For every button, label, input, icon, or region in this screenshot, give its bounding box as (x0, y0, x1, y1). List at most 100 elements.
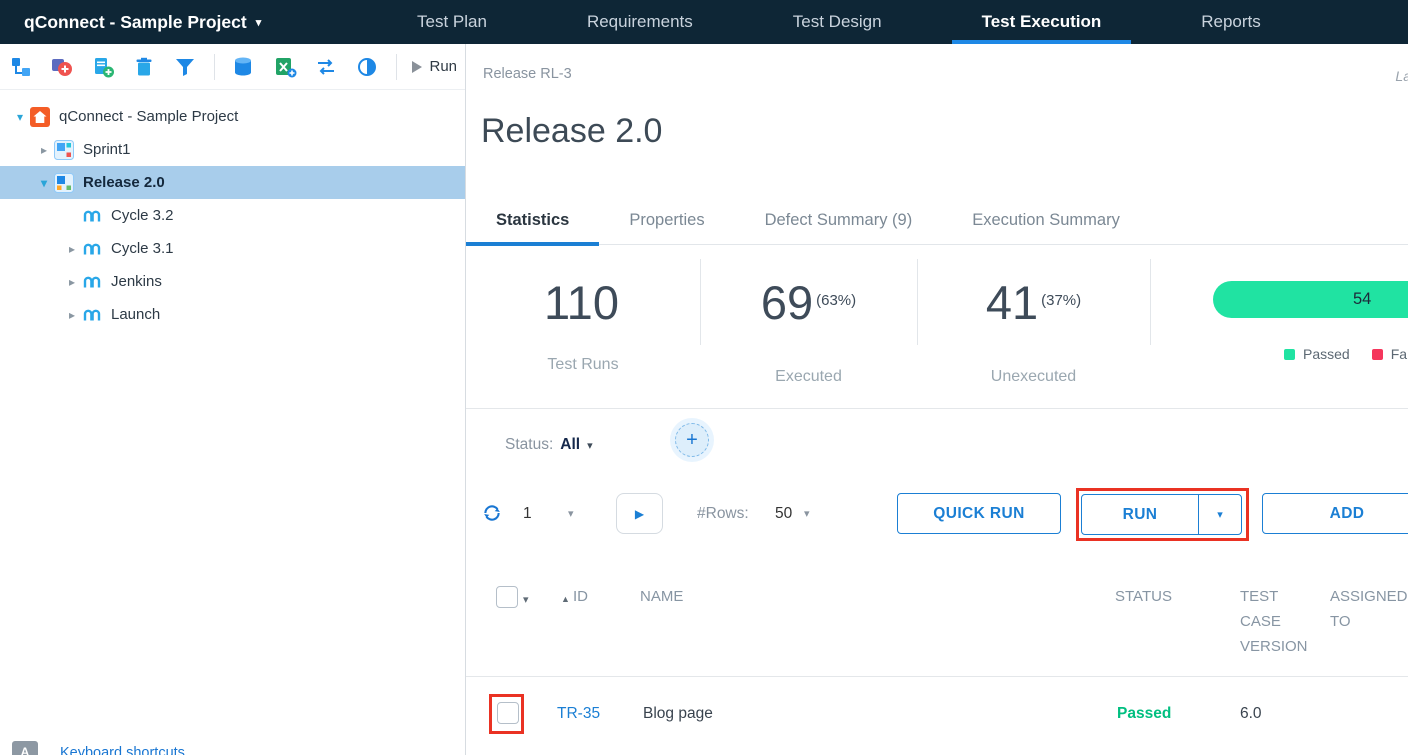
tree-item-label: Cycle 3.1 (111, 240, 174, 257)
chevron-down-icon (587, 439, 593, 452)
test-run-name: Blog page (643, 704, 713, 724)
tree-collapse-icon[interactable] (62, 275, 82, 289)
nav-reports[interactable]: Reports (1171, 0, 1291, 44)
tree-item-cycle-3-2[interactable]: Cycle 3.2 (0, 199, 465, 232)
tree-item-label: Cycle 3.2 (111, 207, 174, 224)
cycle-icon (82, 206, 102, 226)
cycle-icon (82, 239, 102, 259)
detail-tabs: Statistics Properties Defect Summary (9)… (466, 196, 1408, 245)
column-header-name[interactable]: NAME (640, 584, 683, 609)
database-icon[interactable] (231, 54, 256, 80)
column-header-test-case-version[interactable]: TEST CASE VERSION (1240, 584, 1318, 659)
passed-legend-swatch (1284, 349, 1295, 360)
next-page-button[interactable] (616, 493, 663, 534)
column-header-id[interactable]: ID (573, 584, 588, 609)
stat-label: Unexecuted (917, 367, 1150, 387)
tree-item-cycle-3-1[interactable]: Cycle 3.1 (0, 232, 465, 265)
tree-collapse-icon[interactable] (34, 143, 54, 157)
tree-item-jenkins[interactable]: Jenkins (0, 265, 465, 298)
toggle-view-icon[interactable] (354, 54, 379, 80)
run-tree-label: Run (429, 58, 457, 75)
status-legend: Passed Fa (1284, 346, 1407, 362)
main-nav: Test Plan Requirements Test Design Test … (387, 0, 1291, 44)
nav-test-plan[interactable]: Test Plan (387, 0, 517, 44)
failed-legend-swatch (1372, 349, 1383, 360)
sidebar-footer: A Keyboard shortcuts (12, 741, 185, 755)
copy-add-icon[interactable] (90, 54, 115, 80)
stat-label: Test Runs (466, 355, 700, 375)
corner-partial-text: La (1395, 68, 1408, 84)
cycle-icon (82, 305, 102, 325)
row-checkbox[interactable] (497, 702, 519, 724)
quick-run-button[interactable]: QUICK RUN (897, 493, 1061, 534)
tree-expand-icon[interactable] (10, 110, 30, 124)
tab-defect-summary[interactable]: Defect Summary (9) (735, 196, 943, 245)
page-number-select[interactable]: 1 (523, 505, 532, 523)
expand-tree-icon[interactable] (8, 54, 33, 80)
tree-item-label: Jenkins (111, 273, 162, 290)
tab-statistics[interactable]: Statistics (466, 196, 599, 245)
transfer-icon[interactable] (313, 54, 338, 80)
tree-collapse-icon[interactable] (62, 308, 82, 322)
delete-icon[interactable] (132, 54, 157, 80)
rows-select[interactable]: 50 (775, 505, 792, 523)
test-case-version: 6.0 (1240, 704, 1262, 724)
passed-progress-bar: 54 (1213, 281, 1408, 318)
status-filter[interactable]: Status: All (505, 436, 593, 454)
page-select-caret-icon[interactable] (568, 507, 574, 520)
run-button[interactable]: RUN (1082, 495, 1198, 534)
tab-properties[interactable]: Properties (599, 196, 734, 245)
tab-execution-summary[interactable]: Execution Summary (942, 196, 1150, 245)
home-icon (30, 107, 50, 127)
stat-percentage: (37%) (1041, 276, 1081, 326)
keyboard-shortcuts-link[interactable]: Keyboard shortcuts (60, 741, 185, 755)
tree-expand-icon[interactable] (34, 176, 54, 190)
passed-count: 54 (1353, 281, 1371, 318)
keyboard-icon: A (12, 741, 38, 755)
sidebar-toolbar: Run (0, 44, 465, 90)
passed-legend-label: Passed (1303, 346, 1350, 362)
tree-collapse-icon[interactable] (62, 242, 82, 256)
failed-legend-label: Fa (1391, 346, 1407, 362)
add-icon[interactable] (49, 54, 74, 80)
run-split-button: RUN (1081, 494, 1242, 535)
tree-item-label: qConnect - Sample Project (59, 108, 238, 125)
stat-value: 69(63%) (700, 278, 917, 340)
test-run-status: Passed (1117, 704, 1171, 724)
test-run-id-link[interactable]: TR-35 (557, 704, 600, 724)
nav-test-execution[interactable]: Test Execution (952, 0, 1132, 44)
select-menu-caret-icon[interactable] (523, 593, 529, 606)
play-icon (412, 61, 422, 73)
stat-percentage: (63%) (816, 276, 856, 326)
breadcrumb: Release RL-3 (483, 66, 572, 82)
tree-item-launch[interactable]: Launch (0, 298, 465, 331)
column-header-assigned-to[interactable]: ASSIGNED TO (1330, 584, 1408, 634)
rows-select-caret-icon[interactable] (804, 507, 810, 520)
stat-divider (917, 259, 918, 345)
nav-requirements[interactable]: Requirements (557, 0, 723, 44)
page-title: Release 2.0 (481, 109, 662, 153)
project-selector[interactable]: qConnect - Sample Project (24, 0, 261, 44)
project-tree: qConnect - Sample Project Sprint1 Releas… (0, 90, 465, 331)
tree-item-release-2-0[interactable]: Release 2.0 (0, 166, 465, 199)
select-all-checkbox[interactable] (496, 586, 518, 608)
refresh-icon[interactable] (482, 503, 502, 528)
stat-divider (1150, 259, 1151, 345)
nav-test-design[interactable]: Test Design (763, 0, 912, 44)
run-tree-button[interactable]: Run (412, 58, 457, 75)
cycle-icon (82, 272, 102, 292)
tree-item-sprint1[interactable]: Sprint1 (0, 133, 465, 166)
stat-divider (700, 259, 701, 345)
rows-label: #Rows: (697, 505, 749, 523)
table-header-divider (466, 676, 1408, 677)
sort-asc-icon[interactable]: ▲ (561, 594, 570, 604)
add-button[interactable]: ADD (1262, 493, 1408, 534)
project-selector-label: qConnect - Sample Project (24, 12, 247, 33)
excel-export-icon[interactable] (272, 54, 297, 80)
tree-item-project-root[interactable]: qConnect - Sample Project (0, 100, 465, 133)
filter-icon[interactable] (173, 54, 198, 80)
status-filter-value: All (560, 436, 580, 454)
column-header-status[interactable]: STATUS (1115, 584, 1172, 609)
run-dropdown-caret-icon[interactable] (1198, 495, 1241, 534)
add-filter-button[interactable] (675, 423, 709, 457)
